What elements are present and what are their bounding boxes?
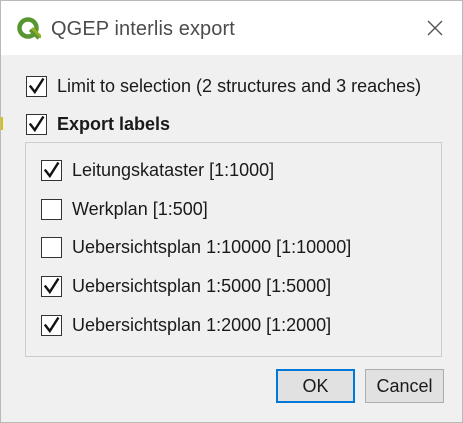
checkbox-box[interactable]: [26, 114, 47, 135]
checkbox-box[interactable]: [41, 237, 62, 258]
checkbox-box[interactable]: [41, 315, 62, 336]
ok-button[interactable]: OK: [276, 369, 355, 403]
edge-marker: [1, 117, 3, 130]
limit-to-selection-label: Limit to selection (2 structures and 3 r…: [57, 76, 422, 96]
scale-label: Leitungskataster [1:1000]: [72, 160, 275, 180]
checkbox-box[interactable]: [41, 276, 62, 297]
scale-checkbox-werkplan[interactable]: Werkplan [1:500]: [41, 199, 208, 220]
checkbox-box[interactable]: [26, 76, 47, 97]
scale-checkbox-leitungskataster[interactable]: Leitungskataster [1:1000]: [41, 160, 274, 181]
export-dialog: QGEP interlis export Limit to selection …: [0, 0, 463, 423]
scale-label: Werkplan [1:500]: [72, 199, 208, 219]
checkbox-box[interactable]: [41, 199, 62, 220]
export-labels-label: Export labels: [57, 114, 171, 134]
scale-checkbox-uebersichtsplan-2000[interactable]: Uebersichtsplan 1:2000 [1:2000]: [41, 315, 331, 336]
scale-checkbox-uebersichtsplan-5000[interactable]: Uebersichtsplan 1:5000 [1:5000]: [41, 276, 331, 297]
title-bar: QGEP interlis export: [1, 1, 462, 55]
export-labels-checkbox[interactable]: Export labels: [26, 114, 170, 135]
close-icon[interactable]: [419, 13, 451, 43]
scale-label: Uebersichtsplan 1:2000 [1:2000]: [72, 315, 332, 335]
checkbox-box[interactable]: [41, 160, 62, 181]
qgis-logo-icon: [16, 16, 42, 42]
scale-label: Uebersichtsplan 1:5000 [1:5000]: [72, 276, 332, 296]
limit-to-selection-checkbox[interactable]: Limit to selection (2 structures and 3 r…: [26, 76, 421, 97]
scale-label: Uebersichtsplan 1:10000 [1:10000]: [72, 237, 352, 257]
cancel-button[interactable]: Cancel: [365, 369, 444, 403]
window-title: QGEP interlis export: [51, 18, 235, 40]
scale-checkbox-uebersichtsplan-10000[interactable]: Uebersichtsplan 1:10000 [1:10000]: [41, 237, 351, 258]
